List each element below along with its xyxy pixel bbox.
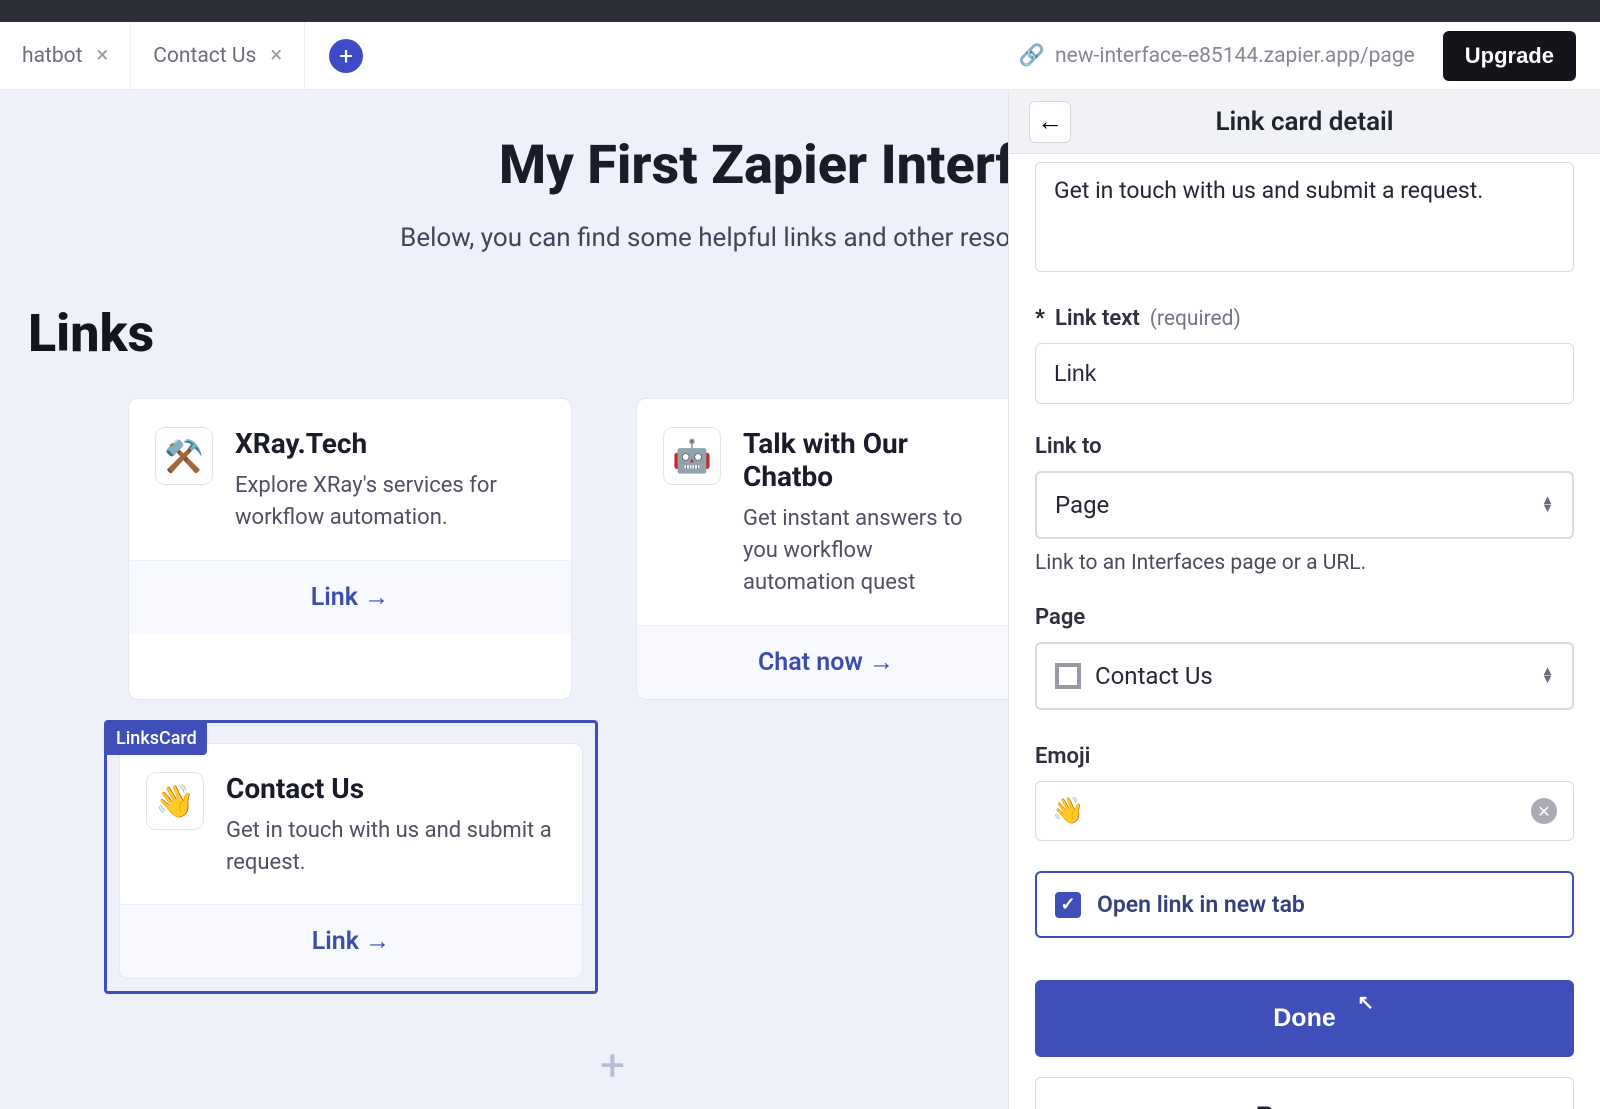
page-select-value: Contact Us bbox=[1095, 662, 1213, 690]
page-url-text: new-interface-e85144.zapier.app/page bbox=[1055, 44, 1415, 68]
tab-label: Contact Us bbox=[153, 44, 256, 68]
chevron-updown-icon: ▲▼ bbox=[1541, 497, 1554, 513]
done-button[interactable]: Done ↖ bbox=[1035, 980, 1574, 1057]
emoji-label: Emoji bbox=[1035, 744, 1574, 769]
page-select[interactable]: Contact Us ▲▼ bbox=[1035, 642, 1574, 710]
card-description: Get in touch with us and submit a reques… bbox=[226, 815, 556, 879]
link-card-contact-us[interactable]: 👋 Contact Us Get in touch with us and su… bbox=[119, 743, 583, 980]
page-label: Page bbox=[1035, 605, 1574, 630]
link-to-select[interactable]: Page ▲▼ bbox=[1035, 471, 1574, 539]
link-card-xray[interactable]: ⚒️ XRay.Tech Explore XRay's services for… bbox=[128, 398, 572, 700]
link-card-chatbot[interactable]: 🤖 Talk with Our Chatbo Get instant answe… bbox=[636, 398, 1016, 700]
selected-card-frame[interactable]: LinksCard 👋 Contact Us Get in touch with… bbox=[104, 720, 598, 995]
chevron-updown-icon: ▲▼ bbox=[1541, 668, 1554, 684]
card-title: Talk with Our Chatbo bbox=[743, 427, 989, 493]
component-badge: LinksCard bbox=[106, 722, 207, 755]
checkbox-checked-icon: ✓ bbox=[1055, 892, 1081, 918]
panel-header: ← Link card detail bbox=[1009, 90, 1600, 154]
link-icon: 🔗 bbox=[1019, 44, 1045, 68]
tab-contact-us[interactable]: Contact Us × bbox=[131, 22, 305, 89]
link-to-helper: Link to an Interfaces page or a URL. bbox=[1035, 551, 1574, 575]
back-button[interactable]: ← bbox=[1029, 101, 1071, 143]
page-url-chip[interactable]: 🔗 new-interface-e85144.zapier.app/page bbox=[1019, 44, 1415, 68]
open-new-tab-checkbox[interactable]: ✓ Open link in new tab bbox=[1035, 871, 1574, 938]
app-topbar bbox=[0, 0, 1600, 22]
link-to-label: Link to bbox=[1035, 434, 1574, 459]
wave-icon: 👋 bbox=[146, 772, 204, 830]
hammer-icon: ⚒️ bbox=[155, 427, 213, 485]
link-to-value: Page bbox=[1055, 491, 1109, 519]
close-icon[interactable]: × bbox=[97, 43, 109, 68]
card-description: Get instant answers to you workflow auto… bbox=[743, 503, 989, 599]
link-text-input[interactable] bbox=[1035, 343, 1574, 404]
card-cta-link[interactable]: Chat now → bbox=[637, 625, 1015, 699]
card-description: Explore XRay's services for workflow aut… bbox=[235, 470, 545, 534]
card-title: XRay.Tech bbox=[235, 427, 545, 460]
detail-panel: ← Link card detail Get in touch with us … bbox=[1008, 90, 1600, 1109]
description-textarea[interactable]: Get in touch with us and submit a reques… bbox=[1035, 162, 1574, 272]
cursor-icon: ↖ bbox=[1357, 990, 1374, 1015]
link-text-label: * Link text (required) bbox=[1035, 306, 1574, 331]
panel-body: Get in touch with us and submit a reques… bbox=[1009, 154, 1600, 1109]
arrow-left-icon: ← bbox=[1037, 106, 1063, 137]
robot-icon: 🤖 bbox=[663, 427, 721, 485]
panel-title: Link card detail bbox=[1215, 107, 1393, 137]
add-block-button[interactable]: + bbox=[600, 1039, 625, 1091]
card-cta-link[interactable]: Link → bbox=[129, 560, 571, 634]
tab-label: hatbot bbox=[22, 44, 83, 68]
close-icon[interactable]: × bbox=[270, 43, 282, 68]
upgrade-button[interactable]: Upgrade bbox=[1443, 31, 1576, 81]
open-new-tab-label: Open link in new tab bbox=[1097, 891, 1305, 918]
clear-emoji-button[interactable]: ✕ bbox=[1531, 798, 1557, 824]
add-tab-button[interactable]: + bbox=[329, 39, 363, 73]
emoji-value: 👋 bbox=[1052, 796, 1084, 826]
tab-hatbot[interactable]: hatbot × bbox=[0, 22, 131, 89]
page-icon bbox=[1055, 663, 1081, 689]
card-title: Contact Us bbox=[226, 772, 556, 805]
remove-button[interactable]: Remove bbox=[1035, 1077, 1574, 1109]
card-cta-link[interactable]: Link → bbox=[120, 904, 582, 978]
tab-bar: hatbot × Contact Us × + 🔗 new-interface-… bbox=[0, 22, 1600, 90]
emoji-picker[interactable]: 👋 ✕ bbox=[1035, 781, 1574, 841]
